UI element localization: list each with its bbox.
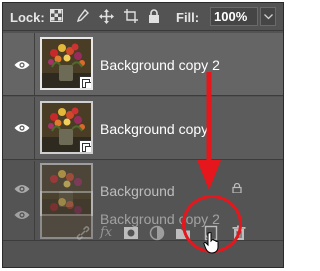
adjustment-layer-icon[interactable] [149,225,165,241]
fill-label: Fill: [176,10,200,25]
divider [34,97,35,159]
hand-cursor-icon [203,232,219,254]
add-mask-icon[interactable] [123,225,139,241]
add-layer-style-icon[interactable]: fx [100,225,112,240]
lock-transparent-pixels-icon[interactable] [49,9,64,24]
divider [34,33,35,95]
layer-name: Background copy [100,121,209,137]
chevron-down-icon [264,14,273,20]
layer-row-background-copy-2[interactable]: Background copy 2 [3,33,283,96]
layer-thumbnail[interactable] [40,37,93,90]
eye-icon[interactable] [14,122,30,134]
lock-artboard-icon[interactable] [123,9,138,24]
link-layers-icon[interactable] [75,225,91,241]
lock-all-icon[interactable] [146,9,161,24]
smart-object-icon [79,140,91,152]
fill-input[interactable]: 100% [210,7,258,26]
eye-icon[interactable] [14,59,30,71]
smart-object-icon [79,76,91,88]
lock-position-icon[interactable] [99,9,114,24]
red-arrow-annotation [197,72,221,190]
layer-row-background-copy[interactable]: Background copy [3,97,283,160]
lock-fill-bar: Lock: Fill: 100% [3,3,283,31]
lock-image-pixels-icon[interactable] [75,8,90,24]
layer-name: Background copy 2 [100,57,220,73]
layer-thumbnail[interactable] [40,101,93,154]
lock-label: Lock: [10,10,45,25]
fill-dropdown-button[interactable] [260,7,276,26]
